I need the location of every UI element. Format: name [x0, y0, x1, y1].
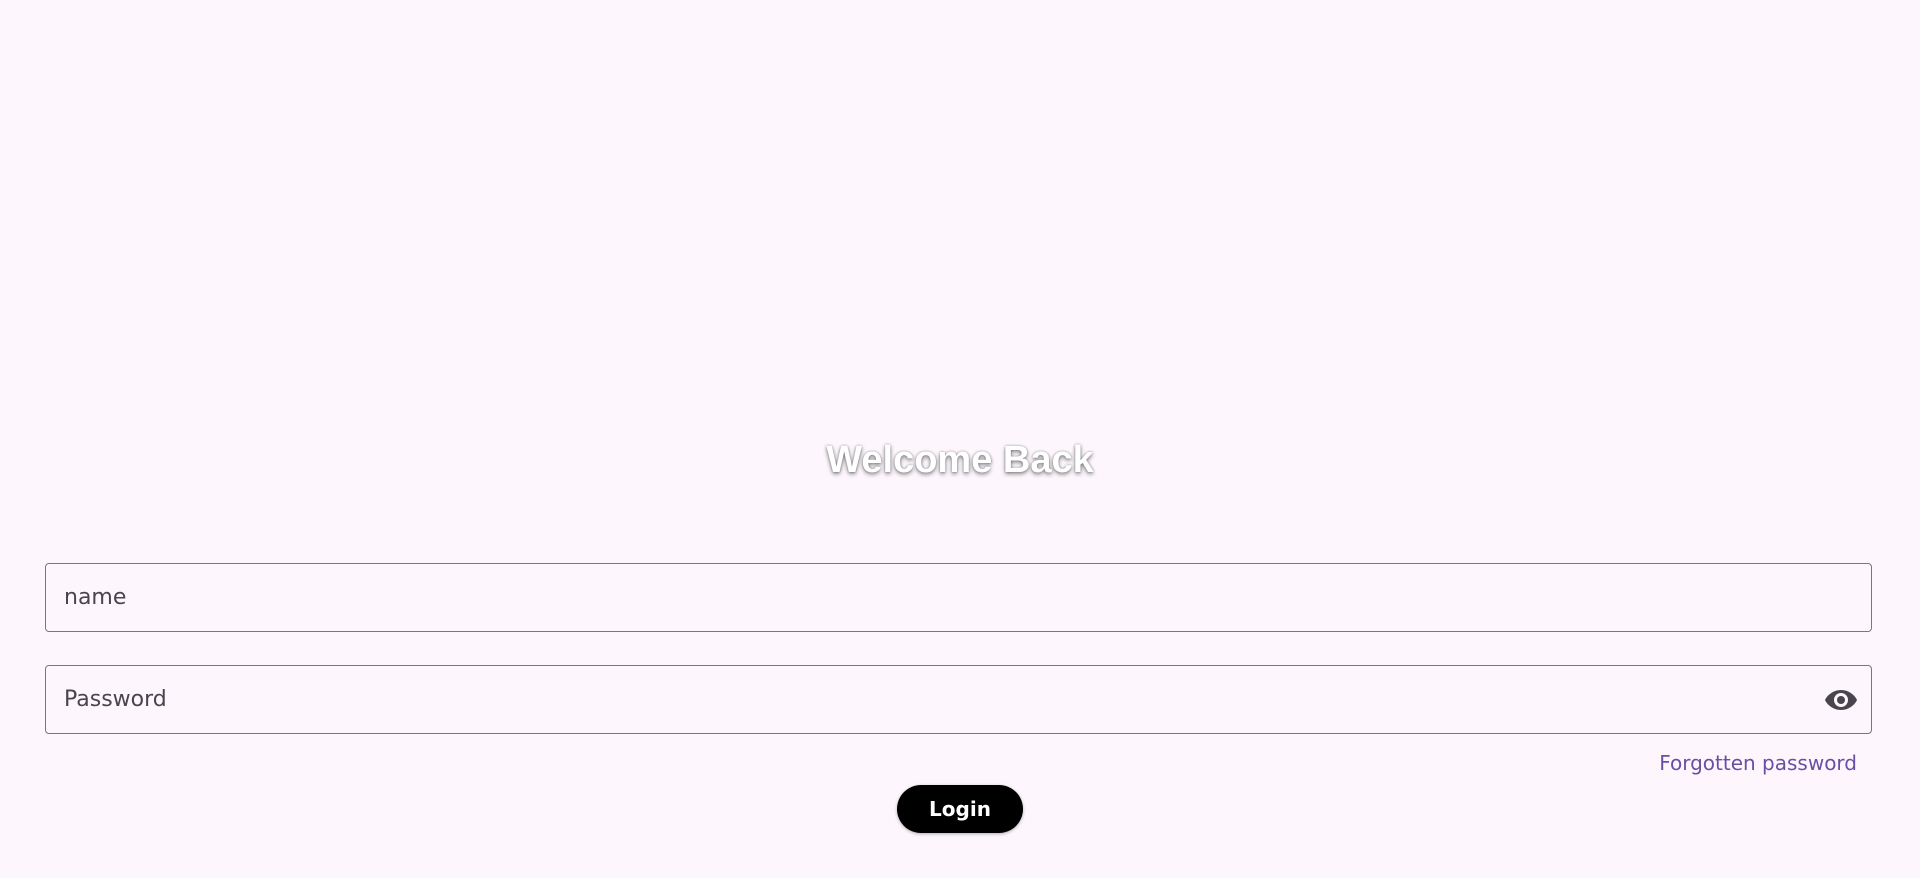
password-input[interactable]: [46, 666, 1871, 733]
forgot-password-link[interactable]: Forgotten password: [1659, 748, 1857, 778]
name-field[interactable]: [45, 563, 1872, 632]
eye-icon[interactable]: [1821, 680, 1861, 720]
page-title: Welcome Back: [826, 439, 1094, 481]
name-input[interactable]: [46, 564, 1871, 631]
password-field[interactable]: [45, 665, 1872, 734]
login-page: Welcome Back Forgotten password Login: [0, 0, 1920, 878]
login-button[interactable]: Login: [897, 785, 1023, 833]
